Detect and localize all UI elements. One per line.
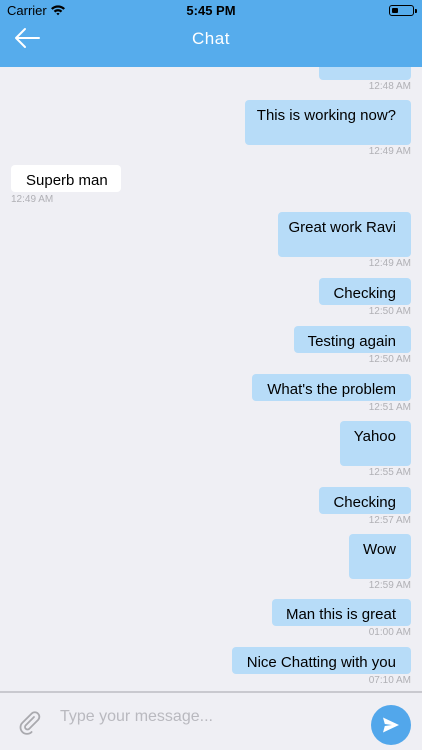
- battery-icon: [389, 5, 417, 16]
- message-timestamp: 12:50 AM: [368, 354, 411, 365]
- message-timestamp: 12:49 AM: [368, 258, 411, 269]
- message-bubble: Wow: [349, 534, 411, 579]
- message-timestamp: 07:10 AM: [368, 675, 411, 686]
- send-icon: [383, 717, 399, 733]
- message-timestamp: 01:00 AM: [368, 627, 411, 638]
- message-text: This is working now?: [256, 107, 396, 124]
- message-text: Testing again: [307, 333, 396, 350]
- message-list[interactable]: 12:48 AM This is working now? 12:49 AM S…: [0, 67, 422, 691]
- message-text: Checking: [333, 285, 396, 302]
- status-time: 5:45 PM: [186, 3, 236, 18]
- message-timestamp: 12:48 AM: [368, 81, 411, 92]
- message-timestamp: 12:49 AM: [11, 194, 54, 205]
- message-timestamp: 12:57 AM: [368, 515, 411, 526]
- message-text: Nice Chatting with you: [246, 654, 396, 671]
- message-bubble: Great work Ravi: [278, 212, 411, 257]
- message-text: Superb man: [26, 172, 108, 189]
- page-title: Chat: [192, 29, 230, 48]
- message-input[interactable]: [60, 702, 355, 732]
- paperclip-icon: [19, 711, 41, 735]
- message-bubble: Superb man: [11, 165, 121, 192]
- message-timestamp: 12:49 AM: [368, 146, 411, 157]
- message-text: Great work Ravi: [288, 219, 396, 236]
- message-text: Checking: [333, 494, 396, 511]
- message-bubble: Man this is great: [272, 599, 411, 626]
- nav-bar: Chat: [0, 22, 422, 67]
- message-timestamp: 12:55 AM: [368, 467, 411, 478]
- message-bubble: Nice Chatting with you: [232, 647, 411, 674]
- header: Carrier 5:45 PM Chat: [0, 0, 422, 67]
- message-bubble: Yahoo: [340, 421, 411, 466]
- status-bar: Carrier 5:45 PM: [0, 0, 422, 22]
- message-bubble: This is working now?: [245, 100, 411, 145]
- message-bubble: Testing again: [294, 326, 411, 353]
- composer-bar: [0, 691, 422, 750]
- message-bubble: Checking: [319, 278, 411, 305]
- message-text: Yahoo: [353, 428, 396, 445]
- message-text: Wow: [362, 541, 396, 558]
- attach-button[interactable]: [17, 709, 43, 735]
- message-text: What's the problem: [267, 381, 396, 398]
- message-bubble: What's the problem: [252, 374, 411, 401]
- message-timestamp: 12:50 AM: [368, 306, 411, 317]
- send-button[interactable]: [371, 705, 411, 745]
- message-timestamp: 12:51 AM: [368, 402, 411, 413]
- message-bubble: Checking: [319, 487, 411, 514]
- message-bubble: [319, 67, 411, 80]
- message-timestamp: 12:59 AM: [368, 580, 411, 591]
- message-text: Man this is great: [285, 606, 396, 623]
